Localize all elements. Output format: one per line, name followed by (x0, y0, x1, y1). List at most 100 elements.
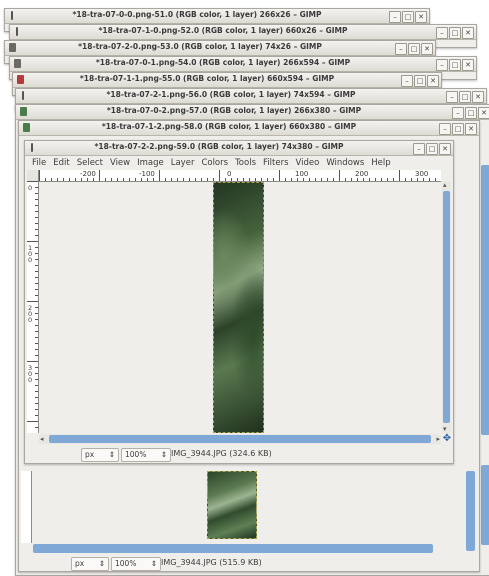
ruler-tick (405, 178, 406, 181)
maximize-button[interactable]: □ (449, 59, 461, 71)
maximize-button[interactable]: □ (414, 75, 426, 87)
close-button[interactable]: ✕ (472, 91, 484, 103)
window-titlebar[interactable]: *18-tra-07-2-2.png-59.0 (RGB color, 1 la… (25, 141, 453, 156)
image-canvas[interactable] (207, 471, 257, 539)
maximize-button[interactable]: □ (449, 27, 461, 39)
unit-selector[interactable]: px ⇕ (71, 557, 109, 571)
menu-select[interactable]: Select (77, 156, 103, 170)
window-titlebar[interactable]: *18-tra-07-1-0.png-52.0 (RGB color, 1 la… (10, 25, 476, 40)
scroll-left-icon[interactable]: ◂ (40, 435, 44, 443)
window-titlebar[interactable]: *18-tra-07-1-2.png-58.0 (RGB color, 1 la… (19, 121, 479, 136)
vertical-scrollbar[interactable] (466, 471, 475, 551)
ruler-tick (35, 385, 38, 386)
image-canvas[interactable] (213, 182, 264, 433)
ruler-tick (369, 178, 370, 181)
navigate-icon[interactable]: ✥ (442, 434, 452, 444)
minimize-button[interactable]: – (452, 107, 464, 119)
menu-filters[interactable]: Filters (263, 156, 288, 170)
maximize-button[interactable]: □ (408, 43, 420, 55)
window-titlebar[interactable]: *18-tra-07-0-2.png-57.0 (RGB color, 1 la… (16, 105, 489, 120)
minimize-button[interactable]: – (389, 11, 401, 23)
window-title: *18-tra-07-0-2.png-57.0 (RGB color, 1 la… (106, 106, 362, 115)
canvas-area[interactable] (39, 182, 441, 433)
image-thumbnail-icon (11, 11, 13, 20)
menu-windows[interactable]: Windows (326, 156, 364, 170)
menu-edit[interactable]: Edit (53, 156, 69, 170)
close-button[interactable]: ✕ (427, 75, 439, 87)
window-titlebar[interactable]: *18-tra-07-0-0.png-51.0 (RGB color, 1 la… (5, 9, 429, 24)
gimp-image-window[interactable]: *18-tra-07-2-2.png-59.0 (RGB color, 1 la… (24, 140, 454, 464)
close-button[interactable]: ✕ (465, 123, 477, 135)
menu-video[interactable]: Video (296, 156, 320, 170)
maximize-button[interactable]: □ (426, 143, 438, 155)
menu-view[interactable]: View (110, 156, 130, 170)
maximize-button[interactable]: □ (459, 91, 471, 103)
close-button[interactable]: ✕ (415, 11, 427, 23)
scroll-up-icon[interactable]: ▴ (443, 181, 447, 189)
minimize-button[interactable]: – (401, 75, 413, 87)
ruler-tick (35, 283, 38, 284)
ruler-tick (285, 178, 286, 181)
minimize-button[interactable]: – (395, 43, 407, 55)
minimize-button[interactable]: – (446, 91, 458, 103)
ruler-tick (51, 178, 52, 181)
image-thumbnail-icon (23, 123, 30, 132)
menu-layer[interactable]: Layer (171, 156, 195, 170)
vertical-scrollbar[interactable] (481, 165, 489, 435)
ruler-tick (201, 178, 202, 181)
close-button[interactable]: ✕ (478, 107, 489, 119)
ruler-tick (35, 193, 38, 194)
ruler-tick (255, 178, 256, 181)
vertical-scrollbar[interactable] (481, 465, 489, 545)
minimize-button[interactable]: – (439, 123, 451, 135)
ruler-tick (207, 178, 208, 181)
image-thumbnail-icon (22, 91, 24, 100)
canvas-area[interactable] (21, 471, 433, 543)
window-title: *18-tra-07-2-1.png-56.0 (RGB color, 1 la… (106, 90, 356, 99)
menu-help[interactable]: Help (371, 156, 390, 170)
menu-image[interactable]: Image (137, 156, 164, 170)
menu-file[interactable]: File (32, 156, 46, 170)
ruler-tick (261, 178, 262, 181)
ruler-tick (27, 301, 38, 302)
image-thumbnail-icon (14, 59, 21, 68)
window-titlebar[interactable]: *18-tra-07-1-1.png-55.0 (RGB color, 1 la… (13, 73, 441, 88)
menu-colors[interactable]: Colors (201, 156, 228, 170)
window-titlebar[interactable]: *18-tra-07-0-1.png-54.0 (RGB color, 1 la… (10, 57, 476, 72)
maximize-button[interactable]: □ (402, 11, 414, 23)
scroll-down-icon[interactable]: ▾ (443, 425, 447, 433)
maximize-button[interactable]: □ (465, 107, 477, 119)
maximize-button[interactable]: □ (452, 123, 464, 135)
ruler-tick (35, 379, 38, 380)
scroll-right-icon[interactable]: ▸ (436, 435, 440, 443)
minimize-button[interactable]: – (413, 143, 425, 155)
vertical-scrollbar[interactable]: ▴ ▾ (442, 181, 451, 433)
ruler-tick (35, 409, 38, 410)
ruler-tick (35, 427, 38, 428)
ruler-tick (35, 247, 38, 248)
vertical-ruler[interactable]: 0 100 200 300 (27, 181, 39, 433)
scrollbar-thumb[interactable] (49, 435, 431, 443)
close-button[interactable]: ✕ (421, 43, 433, 55)
zoom-selector[interactable]: 100% ⇕ (111, 557, 161, 571)
window-titlebar[interactable]: *18-tra-07-2-1.png-56.0 (RGB color, 1 la… (16, 89, 486, 104)
menu-tools[interactable]: Tools (235, 156, 256, 170)
close-button[interactable]: ✕ (462, 59, 474, 71)
window-titlebar[interactable]: *18-tra-07-2-0.png-53.0 (RGB color, 1 la… (5, 41, 435, 56)
horizontal-scrollbar[interactable]: ◂ ▸ (39, 434, 441, 444)
scrollbar-thumb[interactable] (443, 191, 450, 423)
horizontal-scrollbar[interactable] (33, 544, 433, 553)
unit-selector[interactable]: px ⇕ (81, 448, 119, 462)
zoom-selector[interactable]: 100% ⇕ (121, 448, 171, 462)
ruler-tick (27, 361, 38, 362)
minimize-button[interactable]: – (436, 27, 448, 39)
window-title: *18-tra-07-0-1.png-54.0 (RGB color, 1 la… (95, 58, 351, 67)
ruler-tick (219, 170, 220, 181)
ruler-tick (35, 223, 38, 224)
horizontal-ruler[interactable]: -200 -100 0 100 200 300 (39, 170, 441, 182)
image-thumbnail-icon (20, 107, 27, 116)
ruler-tick (393, 178, 394, 181)
close-button[interactable]: ✕ (462, 27, 474, 39)
minimize-button[interactable]: – (436, 59, 448, 71)
close-button[interactable]: ✕ (439, 143, 451, 155)
